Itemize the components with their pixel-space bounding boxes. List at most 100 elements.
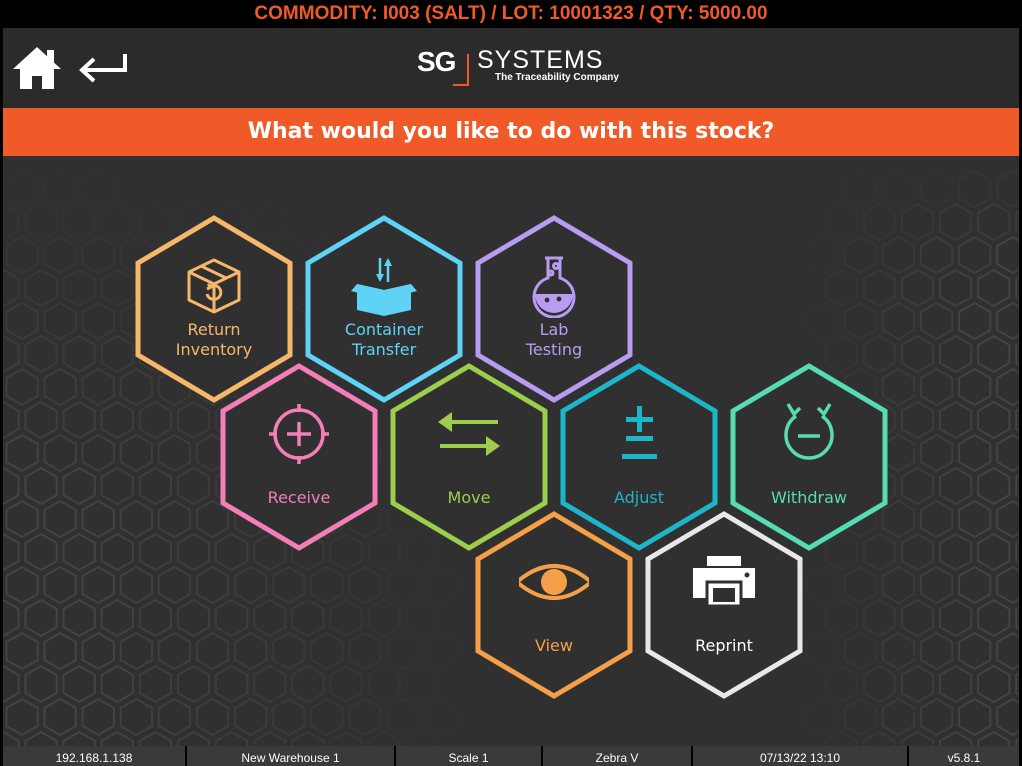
background-hexagon bbox=[215, 730, 249, 746]
background-hexagon bbox=[100, 598, 134, 638]
background-hexagon bbox=[996, 235, 1019, 275]
background-hexagon bbox=[862, 730, 896, 746]
background-hexagon bbox=[100, 664, 134, 704]
background-hexagon bbox=[24, 202, 58, 242]
target-plus-icon bbox=[269, 404, 329, 464]
background-hexagon bbox=[24, 730, 58, 746]
status-ip: 192.168.1.138 bbox=[3, 746, 185, 766]
background-hexagon bbox=[977, 400, 1011, 440]
background-hexagon bbox=[3, 400, 20, 440]
background-hexagon bbox=[367, 664, 401, 704]
background-hexagon bbox=[843, 235, 877, 275]
background-hexagon bbox=[996, 499, 1019, 539]
background-hexagon bbox=[958, 631, 992, 671]
background-hexagon bbox=[329, 730, 363, 746]
view-button[interactable]: View bbox=[469, 510, 639, 700]
background-hexagon bbox=[958, 697, 992, 737]
background-hexagon bbox=[81, 697, 115, 737]
label-line-2: Testing bbox=[525, 340, 583, 359]
background-hexagon bbox=[1015, 606, 1019, 630]
background-hexagon bbox=[196, 697, 230, 737]
background-hexagon bbox=[272, 631, 306, 671]
background-hexagon bbox=[3, 334, 20, 374]
background-hexagon bbox=[176, 466, 211, 506]
background-hexagon bbox=[81, 367, 115, 407]
background-hexagon bbox=[100, 730, 134, 746]
background-hexagon bbox=[24, 466, 58, 506]
background-hexagon bbox=[176, 664, 211, 704]
background-hexagon bbox=[176, 598, 211, 638]
background-hexagon bbox=[805, 235, 839, 275]
background-hexagon bbox=[843, 301, 877, 341]
background-hexagon bbox=[996, 697, 1019, 737]
background-hexagon bbox=[272, 565, 306, 605]
background-hexagon bbox=[62, 334, 96, 374]
background-hexagon bbox=[81, 433, 115, 473]
background-hexagon bbox=[5, 301, 39, 341]
status-version: v5.8.1 bbox=[909, 746, 1019, 766]
background-hexagon bbox=[310, 697, 344, 737]
background-hexagon bbox=[43, 235, 77, 275]
label-line-1: View bbox=[535, 636, 573, 655]
background-hexagon bbox=[424, 631, 458, 671]
receive-button[interactable]: Receive bbox=[214, 362, 384, 552]
back-button[interactable] bbox=[75, 42, 131, 94]
background-hexagon bbox=[958, 301, 992, 341]
background-hexagon bbox=[3, 664, 20, 704]
background-hexagon bbox=[157, 565, 192, 605]
background-hexagon bbox=[843, 631, 877, 671]
background-hexagon bbox=[900, 466, 935, 506]
background-hexagon bbox=[424, 565, 458, 605]
status-printer: Zebra V bbox=[543, 746, 691, 766]
background-hexagon bbox=[862, 268, 896, 308]
background-hexagon bbox=[996, 631, 1019, 671]
background-hexagon bbox=[310, 631, 344, 671]
background-hexagon bbox=[939, 334, 973, 374]
withdraw-icon bbox=[784, 403, 834, 460]
background-hexagon bbox=[24, 664, 58, 704]
background-hexagon bbox=[138, 730, 172, 746]
background-hexagon bbox=[348, 565, 382, 605]
background-hexagon bbox=[920, 301, 954, 341]
status-datetime: 07/13/22 13:10 bbox=[693, 746, 907, 766]
logo-bracket bbox=[453, 54, 469, 86]
background-hexagon bbox=[234, 631, 268, 671]
back-arrow-icon bbox=[79, 54, 127, 83]
background-hexagon bbox=[291, 730, 325, 746]
background-hexagon bbox=[3, 532, 20, 572]
reprint-label: Reprint bbox=[639, 636, 809, 656]
plus-minus-icon bbox=[622, 406, 657, 459]
background-hexagon bbox=[977, 334, 1011, 374]
home-button[interactable] bbox=[9, 42, 65, 94]
adjust-label: Adjust bbox=[554, 488, 724, 508]
label-line-1: Return bbox=[187, 320, 241, 339]
background-hexagon bbox=[3, 730, 20, 746]
background-hexagon bbox=[805, 697, 839, 737]
background-hexagon bbox=[119, 565, 153, 605]
background-hexagon bbox=[958, 235, 992, 275]
background-hexagon bbox=[43, 631, 77, 671]
background-hexagon bbox=[196, 631, 230, 671]
box-transfer-icon bbox=[351, 258, 417, 316]
background-hexagon bbox=[24, 598, 58, 638]
background-hexagon bbox=[805, 301, 839, 341]
background-hexagon bbox=[862, 664, 896, 704]
background-hexagon bbox=[996, 433, 1019, 473]
background-hexagon bbox=[386, 697, 420, 737]
receive-label: Receive bbox=[214, 488, 384, 508]
background-hexagon bbox=[843, 697, 877, 737]
background-hexagon bbox=[900, 400, 935, 440]
label-line-1: Container bbox=[344, 320, 424, 339]
reprint-button[interactable]: Reprint bbox=[639, 510, 809, 700]
background-hexagon bbox=[81, 301, 115, 341]
background-hexagon bbox=[939, 268, 973, 308]
background-hexagon bbox=[157, 697, 192, 737]
background-hexagon bbox=[1015, 276, 1019, 300]
background-hexagon bbox=[900, 268, 935, 308]
background-hexagon bbox=[100, 400, 134, 440]
background-hexagon bbox=[805, 631, 839, 671]
background-hexagon bbox=[862, 202, 896, 242]
status-bar: 192.168.1.138 New Warehouse 1 Scale 1 Ze… bbox=[3, 746, 1019, 766]
move-label: Move bbox=[384, 488, 554, 508]
background-hexagon bbox=[43, 169, 77, 209]
